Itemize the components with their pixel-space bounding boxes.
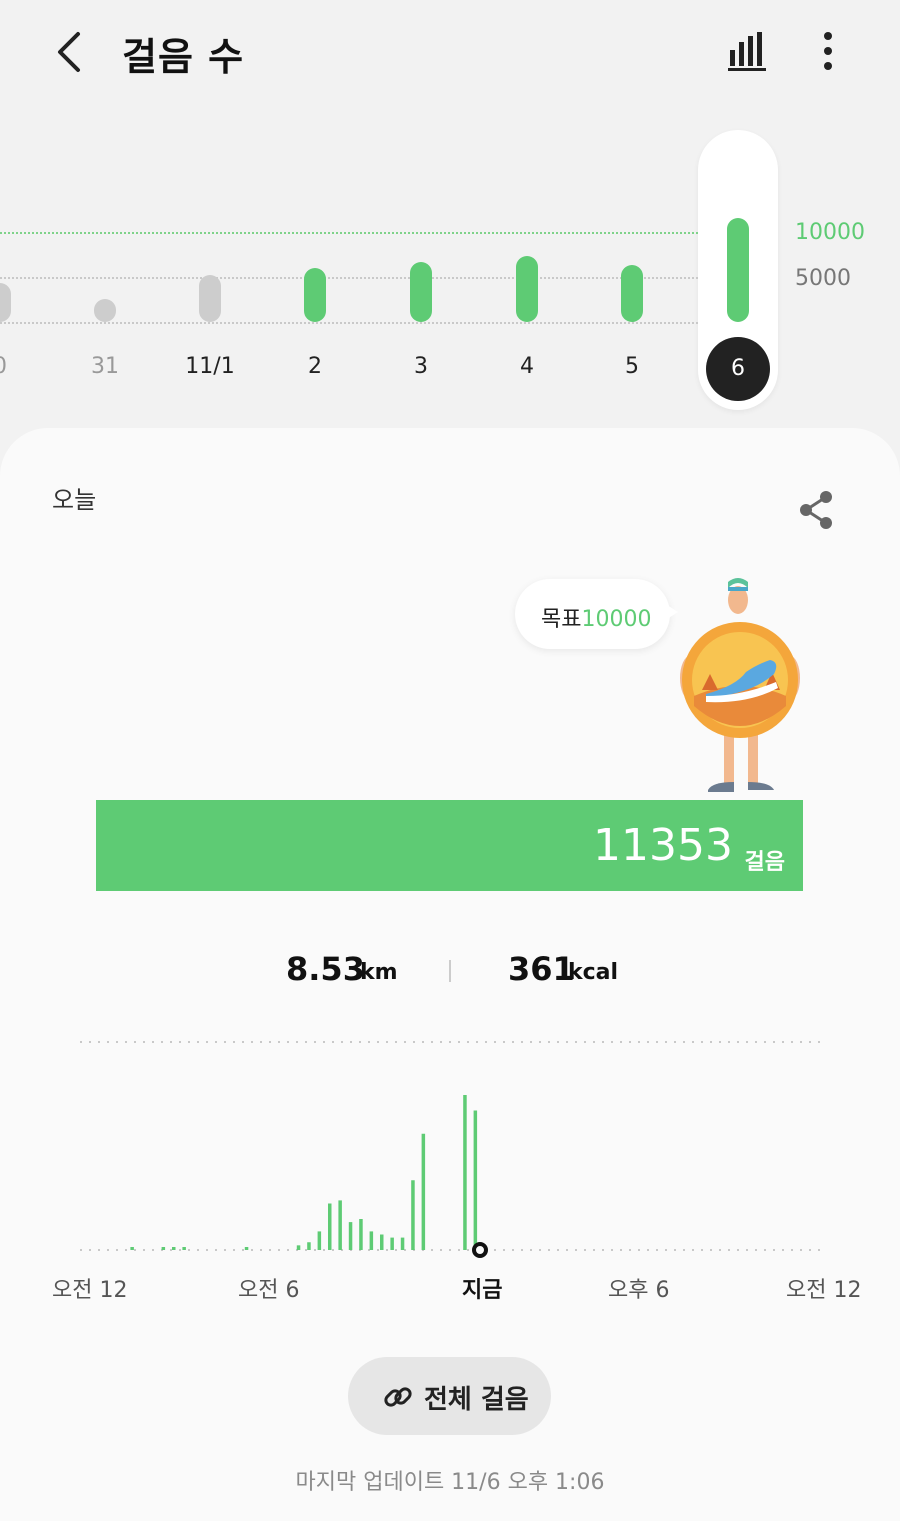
hourly-bar	[296, 1245, 301, 1250]
time-label-1: 오전 6	[238, 1278, 300, 1303]
day-bar-3[interactable]	[304, 268, 326, 322]
hourly-bar	[172, 1247, 176, 1250]
hourly-bar	[244, 1247, 249, 1250]
statistics-button[interactable]	[722, 28, 774, 76]
bar-chart-icon	[728, 32, 766, 71]
hourly-steps-chart	[80, 1041, 820, 1258]
day-bar-0[interactable]	[0, 282, 11, 322]
hourly-bar	[161, 1247, 166, 1250]
hourly-bar	[359, 1219, 363, 1250]
goal-bubble: 목표10000	[515, 579, 670, 649]
steps-progress-bar: 11353 걸음	[96, 800, 803, 891]
page-title: 걸음 수	[122, 35, 245, 79]
steps-unit: 걸음	[744, 850, 785, 875]
now-marker	[472, 1242, 488, 1258]
last-update-text: 마지막 업데이트 11/6 오후 1:06	[295, 1470, 605, 1495]
goal-gridline	[0, 232, 698, 234]
hourly-bar	[390, 1237, 394, 1250]
hourly-bar	[380, 1234, 384, 1250]
link-icon	[384, 1387, 412, 1407]
hourly-bar	[338, 1200, 342, 1250]
day-bar-7[interactable]	[727, 218, 749, 322]
goal-achieved-mascot	[672, 578, 812, 800]
hourly-bar	[411, 1180, 415, 1250]
hourly-bar	[421, 1133, 426, 1250]
mid-gridline	[0, 277, 698, 279]
day-label-1[interactable]: 31	[65, 354, 145, 379]
goal-prefix: 목표	[541, 607, 582, 632]
mid-axis-label: 5000	[795, 266, 851, 291]
distance-unit: km	[360, 960, 398, 985]
calories-value: 361	[508, 950, 575, 988]
more-options-button[interactable]	[808, 28, 848, 76]
day-bar-6[interactable]	[621, 265, 643, 322]
hourly-bar	[328, 1203, 332, 1250]
time-label-0: 오전 12	[52, 1278, 128, 1303]
hourly-bar	[317, 1231, 322, 1250]
all-steps-label: 전체 걸음	[424, 1385, 529, 1415]
day-label-3[interactable]: 2	[275, 354, 355, 379]
day-label-0[interactable]: 0	[0, 354, 40, 379]
back-button[interactable]	[48, 26, 92, 78]
goal-axis-label: 10000	[795, 220, 865, 245]
hourly-bar	[130, 1247, 134, 1250]
distance-value: 8.53	[286, 950, 365, 988]
stats-divider	[449, 960, 451, 982]
calories-unit: kcal	[568, 960, 619, 985]
today-card: 오늘 목표10000 11353 걸음 8.53 km 361 kcal 오전 …	[0, 428, 900, 1521]
hourly-bar	[348, 1222, 353, 1250]
steps-value: 11353	[593, 820, 733, 871]
more-vertical-icon	[824, 32, 832, 70]
base-gridline	[0, 322, 698, 324]
day-bar-2[interactable]	[199, 275, 221, 322]
share-icon	[800, 491, 832, 529]
time-label-3: 오후 6	[608, 1278, 670, 1303]
day-bar-5[interactable]	[516, 256, 538, 322]
today-label: 오늘	[52, 486, 97, 514]
day-label-5[interactable]: 4	[487, 354, 567, 379]
goal-value: 10000	[581, 607, 652, 632]
hourly-bar	[400, 1237, 405, 1250]
hourly-bar	[307, 1242, 311, 1250]
hourly-bar	[182, 1247, 186, 1250]
time-label-2: 지금	[462, 1278, 503, 1303]
hourly-bar	[369, 1231, 374, 1250]
header: 걸음 수	[0, 0, 900, 110]
day-label-4[interactable]: 3	[381, 354, 461, 379]
day-label-6[interactable]: 5	[592, 354, 672, 379]
all-steps-button[interactable]: 전체 걸음	[348, 1357, 551, 1435]
weekly-steps-chart: 0 31 11/1 2 3 45 6 10000 5000	[0, 120, 900, 420]
hourly-bar	[463, 1095, 467, 1250]
day-label-2[interactable]: 11/1	[170, 354, 250, 379]
chevron-left-icon	[58, 32, 80, 72]
day-bar-1[interactable]	[94, 298, 116, 322]
selected-day-circle[interactable]: 6	[706, 337, 770, 401]
hourly-bar	[473, 1110, 478, 1250]
day-bar-4[interactable]	[410, 262, 432, 322]
time-label-4: 오전 12	[786, 1278, 862, 1303]
share-button[interactable]	[796, 488, 836, 532]
